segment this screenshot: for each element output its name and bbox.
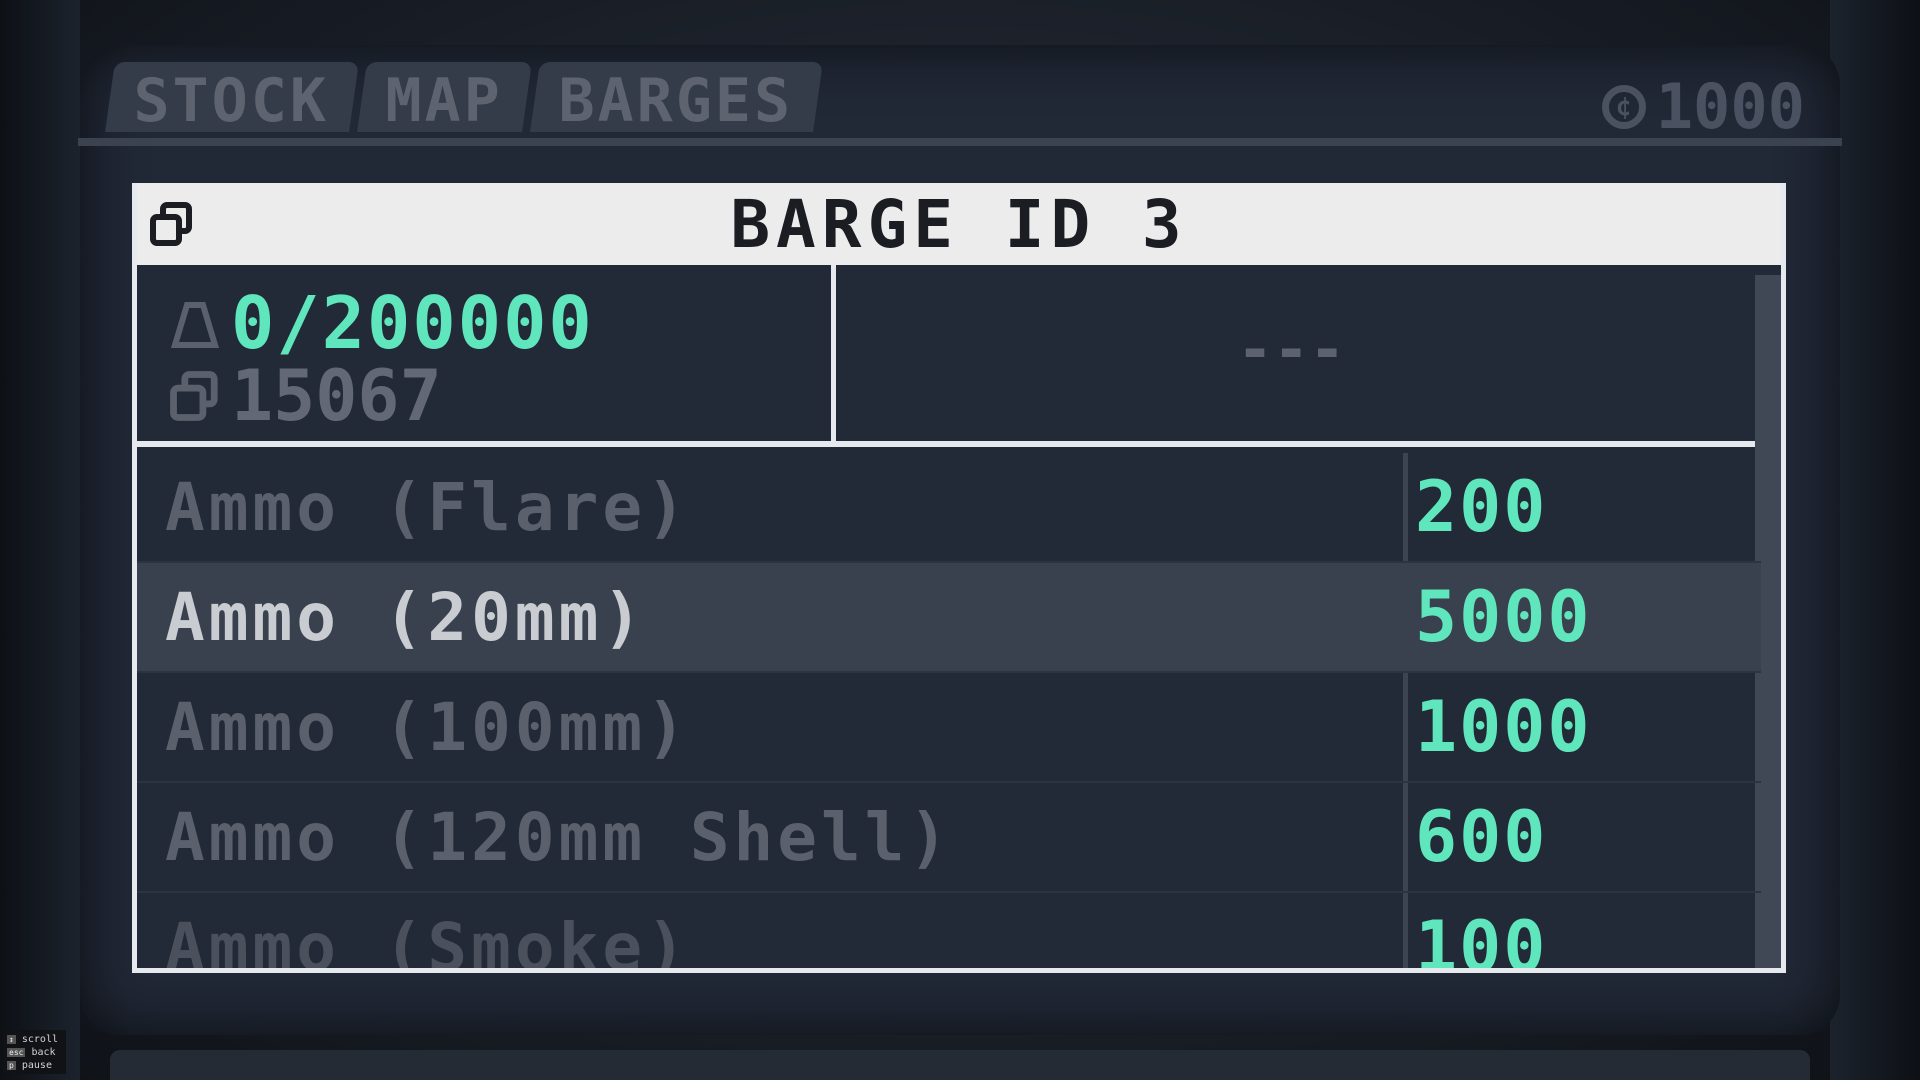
volume-row: 15067 xyxy=(169,355,442,437)
list-item-selected[interactable]: Ammo (20mm) 5000 xyxy=(137,563,1761,673)
hint-scroll: ↕ scroll xyxy=(7,1034,58,1045)
capacity-value: 0/200000 xyxy=(231,281,594,365)
capacity-row: 0/200000 xyxy=(169,281,594,365)
barge-panel: BARGE ID 3 0/200000 15067 --- Ammo (Flar… xyxy=(132,183,1786,973)
bezel-left xyxy=(0,0,80,1080)
volume-value: 15067 xyxy=(231,355,442,437)
list-item[interactable]: Ammo (100mm) 1000 xyxy=(137,673,1761,783)
console-bottom-bar xyxy=(110,1050,1810,1080)
item-name: Ammo (Smoke) xyxy=(165,908,690,973)
item-name: Ammo (120mm Shell) xyxy=(165,798,953,876)
item-qty: 200 xyxy=(1415,466,1548,548)
destination-value: --- xyxy=(1237,315,1346,385)
tab-barges[interactable]: BARGES xyxy=(530,62,823,136)
item-qty: 600 xyxy=(1415,796,1548,878)
tab-map[interactable]: MAP xyxy=(356,62,532,136)
tabs-underline xyxy=(78,138,1842,146)
list-item[interactable]: Ammo (120mm Shell) 600 xyxy=(137,783,1761,893)
item-name: Ammo (20mm) xyxy=(165,578,647,656)
barge-info: 0/200000 15067 --- xyxy=(137,265,1781,447)
item-qty: 5000 xyxy=(1415,576,1592,658)
list-item[interactable]: Ammo (Smoke) 100 xyxy=(137,893,1761,973)
item-qty: 100 xyxy=(1415,906,1548,973)
item-name: Ammo (Flare) xyxy=(165,468,690,546)
barge-icon xyxy=(150,202,192,246)
control-hints: ↕ scroll esc back p pause xyxy=(4,1030,66,1074)
coin-icon: ¢ xyxy=(1601,84,1646,129)
tab-stock[interactable]: STOCK xyxy=(105,62,359,136)
credits-value: 1000 xyxy=(1655,70,1805,143)
hint-back: esc back xyxy=(7,1047,56,1058)
weight-icon xyxy=(170,302,220,348)
tab-bar: STOCK MAP BARGES xyxy=(105,62,826,136)
list-item[interactable]: Ammo (Flare) 200 xyxy=(137,453,1761,563)
item-qty: 1000 xyxy=(1415,686,1592,768)
hint-pause: p pause xyxy=(7,1060,52,1071)
item-name: Ammo (100mm) xyxy=(165,688,690,766)
barge-icon xyxy=(170,371,218,421)
cargo-list: Ammo (Flare) 200 Ammo (20mm) 5000 Ammo (… xyxy=(137,453,1761,973)
info-divider xyxy=(831,265,836,441)
panel-header: BARGE ID 3 xyxy=(137,183,1781,265)
panel-title: BARGE ID 3 xyxy=(730,185,1188,263)
credits-display: ¢ 1000 xyxy=(1601,70,1805,143)
bezel-right xyxy=(1830,0,1920,1080)
